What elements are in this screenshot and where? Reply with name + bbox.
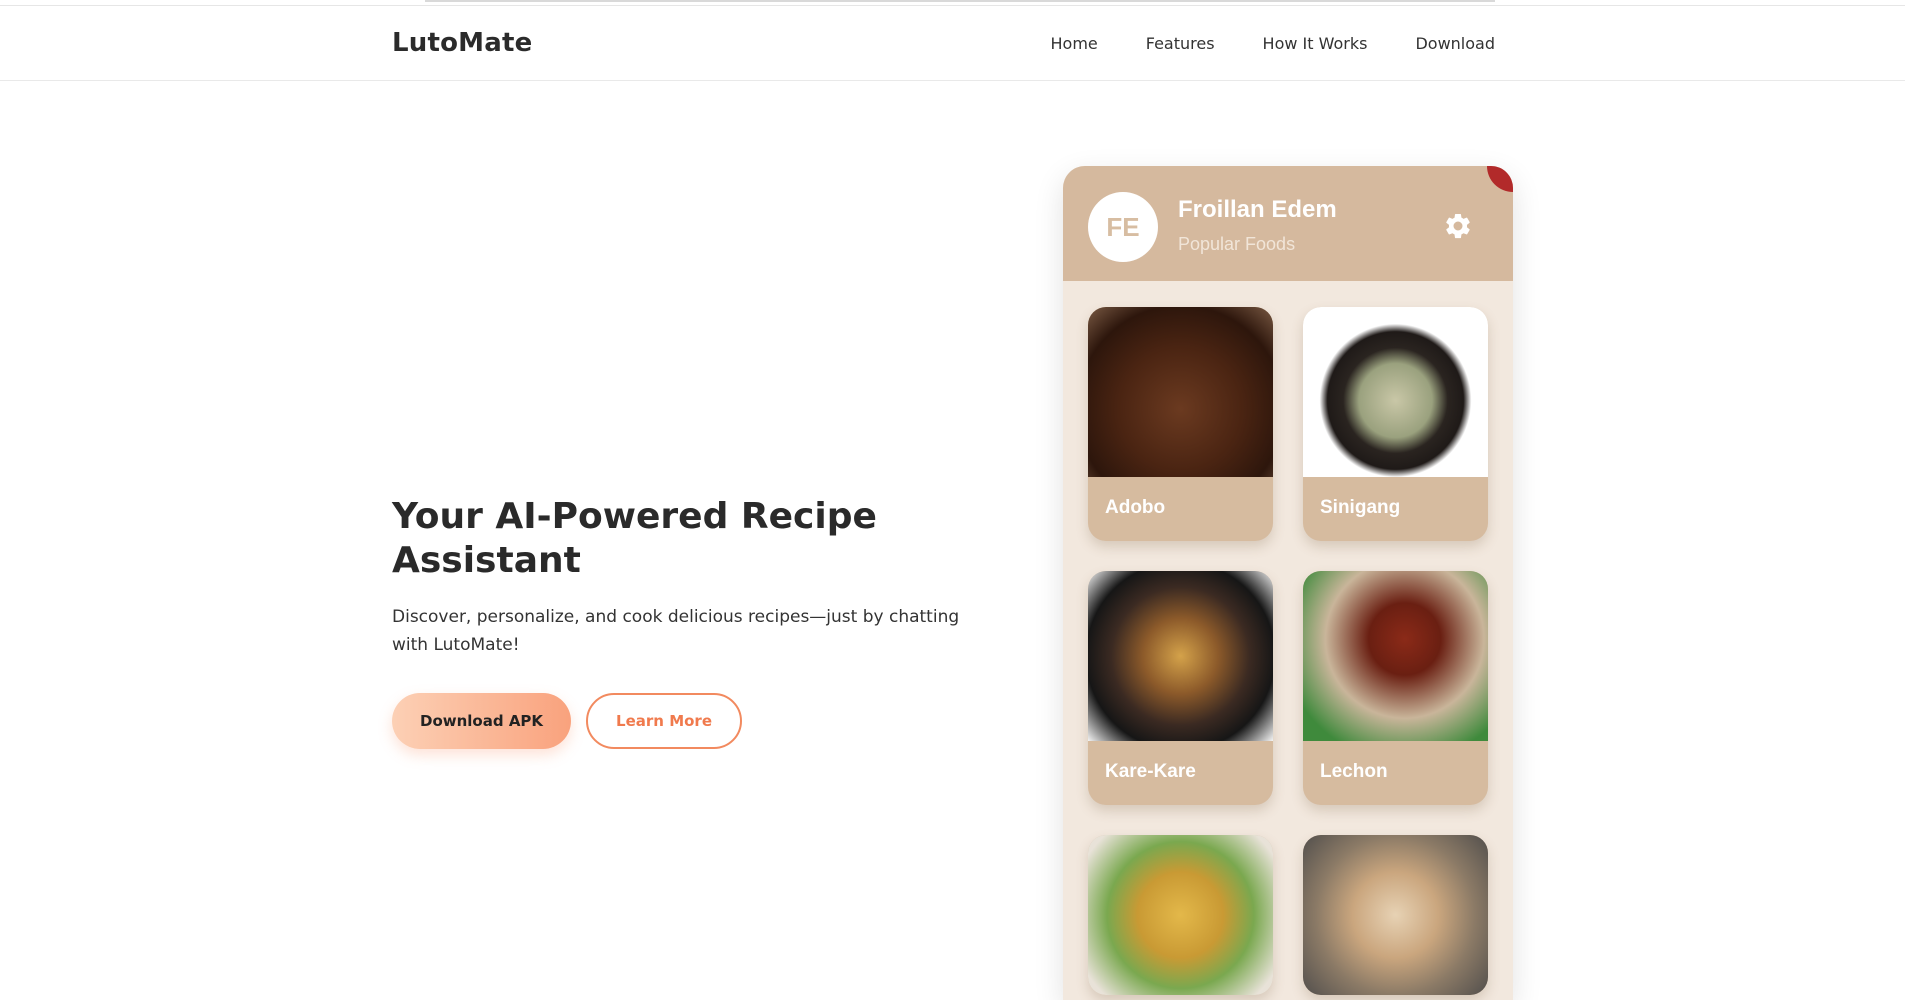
adobo-image — [1088, 307, 1273, 477]
hero-description: Discover, personalize, and cook deliciou… — [392, 607, 960, 655]
sinigang-image — [1303, 307, 1488, 477]
food-card-label: Sinigang — [1320, 497, 1401, 518]
food-card-adobo[interactable]: Adobo — [1088, 307, 1273, 541]
food-card-partial-right[interactable] — [1303, 835, 1488, 995]
section-subtitle: Popular Foods — [1178, 234, 1296, 254]
main-navigation: Home Features How It Works Download — [1051, 34, 1496, 53]
nav-download-link[interactable]: Download — [1415, 34, 1495, 53]
lechon-image — [1303, 571, 1488, 741]
learn-more-button[interactable]: Learn More — [586, 693, 743, 749]
food-card-label: Lechon — [1320, 761, 1388, 782]
nav-features-link[interactable]: Features — [1146, 34, 1215, 53]
food-card-lechon[interactable]: Lechon — [1303, 571, 1488, 805]
app-header: FE Froillan Edem Popular Foods — [1063, 166, 1513, 281]
gear-icon[interactable] — [1443, 211, 1473, 241]
food-card-kare-kare[interactable]: Kare-Kare — [1088, 571, 1273, 805]
hero-section: Your AI-Powered Recipe Assistant Discove… — [392, 495, 992, 749]
download-apk-button[interactable]: Download APK — [392, 693, 572, 749]
noodle-dish-image — [1088, 835, 1273, 995]
app-preview-phone: FE Froillan Edem Popular Foods Adobo Sin… — [1063, 166, 1513, 1000]
food-card-partial-left[interactable] — [1088, 835, 1273, 995]
hero-title: Your AI-Powered Recipe Assistant — [392, 496, 877, 581]
kare-kare-image — [1088, 571, 1273, 741]
nav-how-it-works-link[interactable]: How It Works — [1263, 34, 1368, 53]
top-divider-accent — [425, 0, 1495, 2]
hero-actions: Download APK Learn More — [392, 693, 992, 749]
food-card-label: Kare-Kare — [1105, 761, 1196, 782]
brand-logo[interactable]: LutoMate — [392, 28, 532, 58]
avatar[interactable]: FE — [1088, 192, 1158, 262]
food-card-sinigang[interactable]: Sinigang — [1303, 307, 1488, 541]
site-header: LutoMate Home Features How It Works Down… — [0, 6, 1905, 81]
food-card-label: Adobo — [1105, 497, 1166, 518]
noodle-dish-image — [1303, 835, 1488, 995]
nav-home-link[interactable]: Home — [1051, 34, 1098, 53]
user-name: Froillan Edem — [1178, 196, 1337, 223]
popular-foods-grid: Adobo Sinigang Kare-Kare Lechon — [1088, 307, 1488, 995]
